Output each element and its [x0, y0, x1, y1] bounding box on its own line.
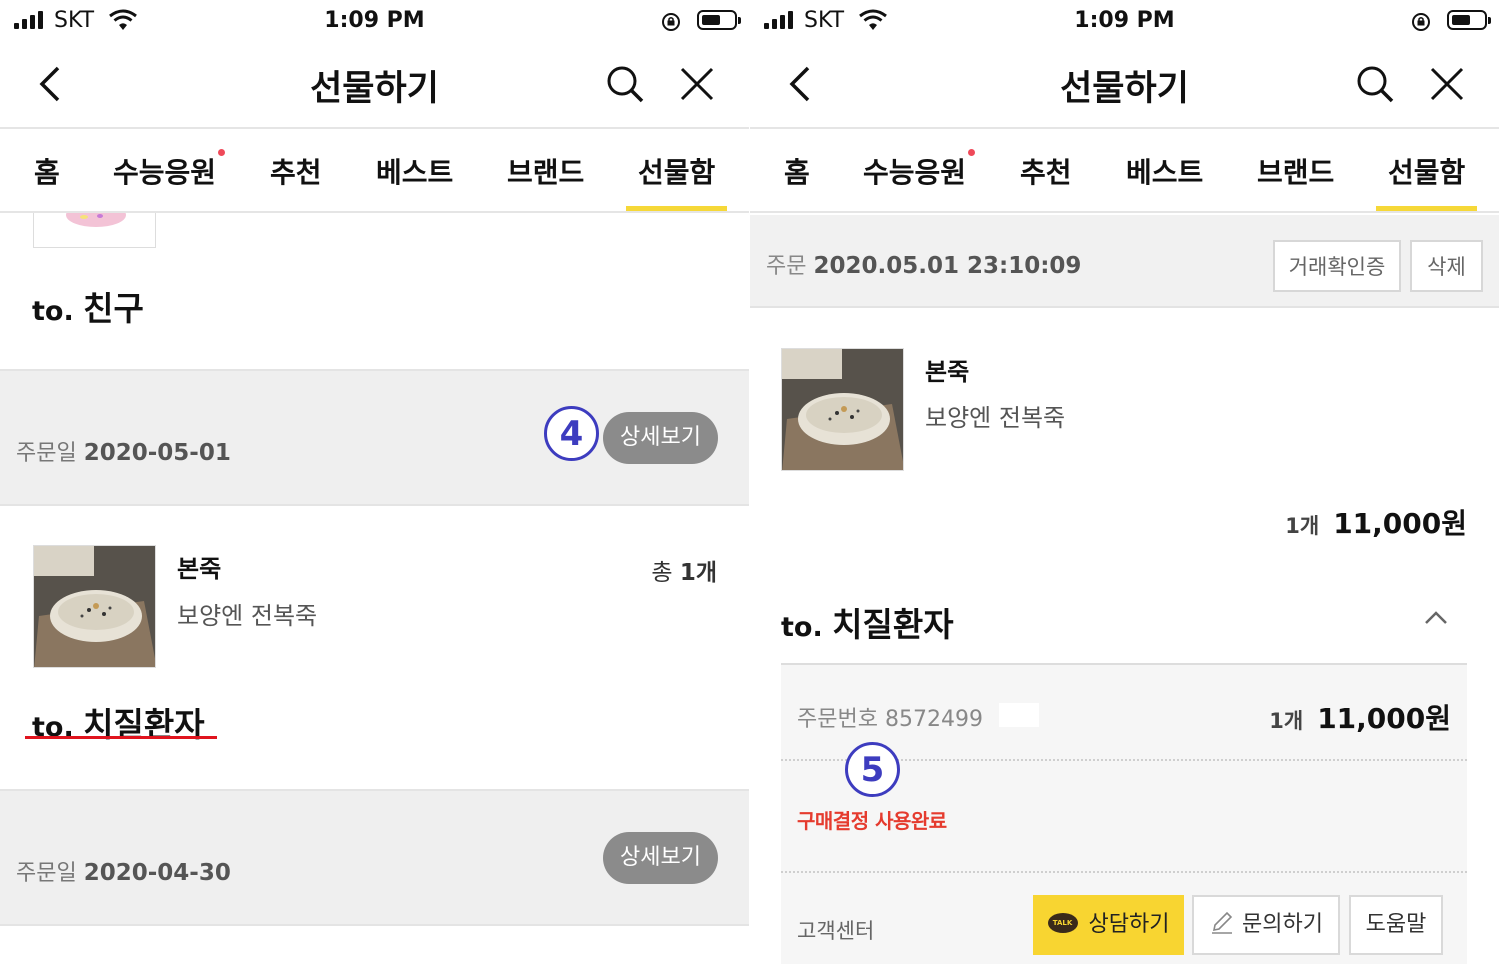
porridge-image-icon [34, 546, 155, 667]
status-bar: SKT 1:09 PM [750, 0, 1499, 42]
customer-center-label: 고객센터 [797, 919, 875, 943]
price: 11,000원 [1317, 702, 1451, 735]
order-date: 주문일 2020-05-01 [16, 435, 231, 467]
porridge-image-icon [782, 349, 903, 470]
delete-button[interactable]: 삭제 [1410, 240, 1483, 292]
recipient-name: 친구 [83, 289, 144, 328]
purchase-status: 구매결정 사용완료 [797, 809, 947, 833]
highlight-underline [25, 736, 217, 739]
tab-label: 수능응원 [113, 156, 217, 189]
annotation-number-4: 4 [544, 406, 599, 461]
price: 11,000원 [1333, 507, 1467, 540]
redaction-box [999, 703, 1039, 727]
product-thumbnail[interactable] [33, 545, 156, 668]
left-screen: SKT 1:09 PM 선물하기 홈 수능응원 추천 베스트 브랜드 선물함 t… [0, 0, 749, 964]
battery-icon [697, 10, 741, 30]
order-price: 1개 11,000원 [1269, 697, 1451, 737]
close-icon[interactable] [675, 62, 719, 106]
help-button[interactable]: 도움말 [1349, 895, 1443, 955]
tab-giftbox[interactable]: 선물함 [638, 151, 715, 191]
to-prefix: to. [32, 296, 74, 327]
tab-recommend[interactable]: 추천 [270, 151, 322, 191]
battery-icon [1447, 10, 1491, 30]
status-time: 1:09 PM [324, 8, 425, 33]
order-date-value: 2020-05-01 [83, 440, 231, 466]
tab-recommend[interactable]: 추천 [1020, 151, 1072, 191]
price-summary: 1개 11,000원 [1285, 502, 1467, 542]
tab-brand[interactable]: 브랜드 [507, 151, 584, 191]
quantity: 1개 [1269, 709, 1304, 733]
gift-image-icon [66, 213, 126, 227]
tab-bar: 홈 수능응원 추천 베스트 브랜드 선물함 [0, 129, 749, 213]
tab-best[interactable]: 베스트 [1126, 151, 1203, 191]
order-date-bar: 주문일 2020-05-01 4 상세보기 [0, 369, 749, 506]
order-label: 주문 [766, 254, 807, 279]
order-date-label: 주문일 [16, 861, 77, 886]
order-date-label: 주문일 [16, 441, 77, 466]
recipient-name: 치질환자 [832, 605, 954, 644]
product-name: 보양엔 전복죽 [925, 404, 1066, 432]
active-tab-indicator [626, 206, 727, 211]
total-count: 총 1개 [651, 553, 717, 587]
tab-home[interactable]: 홈 [784, 151, 810, 191]
rotation-lock-icon [1412, 13, 1430, 31]
right-screen: SKT 1:09 PM 선물하기 홈 수능응원 추천 베스트 브랜드 선물함 주… [750, 0, 1499, 964]
inquiry-button[interactable]: 문의하기 [1192, 895, 1340, 955]
order-number-value: 8572499 [884, 707, 983, 732]
tab-label: 수능응원 [863, 156, 967, 189]
order-date: 주문일 2020-04-30 [16, 855, 231, 887]
product-brand: 본죽 [177, 555, 222, 583]
order-header: 주문 2020.05.01 23:10:09 거래확인증 삭제 [750, 215, 1499, 308]
divider [781, 871, 1467, 873]
annotation-number-5: 5 [845, 742, 900, 797]
to-prefix: to. [781, 612, 823, 643]
product-thumbnail[interactable] [33, 213, 156, 248]
close-icon[interactable] [1425, 62, 1469, 106]
tab-brand[interactable]: 브랜드 [1257, 151, 1334, 191]
order-datetime: 주문 2020.05.01 23:10:09 [766, 248, 1081, 280]
inquiry-label: 문의하기 [1242, 912, 1323, 937]
quantity: 1개 [1285, 514, 1320, 538]
pencil-icon [1212, 911, 1233, 934]
kakaotalk-icon: TALK [1047, 913, 1078, 933]
order-datetime-value: 2020.05.01 23:10:09 [813, 253, 1082, 279]
total-label: 총 [651, 560, 673, 586]
tab-giftbox[interactable]: 선물함 [1388, 151, 1465, 191]
rotation-lock-icon [662, 13, 680, 31]
nav-bar: 선물하기 [750, 42, 1499, 129]
view-detail-button[interactable]: 상세보기 [603, 412, 718, 464]
order-number: 주문번호 8572499 [797, 701, 983, 733]
status-time: 1:09 PM [1074, 8, 1175, 33]
tab-suneung[interactable]: 수능응원 [863, 149, 976, 191]
recipient-line: to. 친구 [32, 282, 144, 330]
total-count-value: 1개 [679, 560, 717, 586]
chevron-up-icon[interactable] [1423, 608, 1449, 628]
order-date-value: 2020-04-30 [83, 860, 231, 886]
tab-bar: 홈 수능응원 추천 베스트 브랜드 선물함 [750, 129, 1499, 213]
order-date-bar: 주문일 2020-04-30 상세보기 [0, 789, 749, 926]
new-dot-badge [218, 149, 226, 156]
order-detail-panel: 주문번호 8572499 1개 11,000원 5 구매결정 사용완료 고객센터 … [781, 663, 1467, 964]
new-dot-badge [968, 149, 976, 156]
product-brand: 본죽 [925, 358, 970, 386]
search-icon[interactable] [603, 62, 647, 106]
nav-bar: 선물하기 [0, 42, 749, 129]
status-bar: SKT 1:09 PM [0, 0, 749, 42]
view-detail-button[interactable]: 상세보기 [603, 832, 718, 884]
tab-home[interactable]: 홈 [34, 151, 60, 191]
product-name: 보양엔 전복죽 [177, 602, 318, 630]
active-tab-indicator [1376, 206, 1477, 211]
transaction-certificate-button[interactable]: 거래확인증 [1273, 240, 1401, 292]
product-thumbnail[interactable] [781, 348, 904, 471]
chat-consult-label: 상담하기 [1088, 912, 1170, 937]
search-icon[interactable] [1353, 62, 1397, 106]
tab-suneung[interactable]: 수능응원 [113, 149, 226, 191]
chat-consult-button[interactable]: TALK 상담하기 [1033, 895, 1184, 955]
recipient-line: to. 치질환자 [781, 598, 954, 646]
order-number-label: 주문번호 [797, 707, 878, 732]
tab-best[interactable]: 베스트 [376, 151, 453, 191]
